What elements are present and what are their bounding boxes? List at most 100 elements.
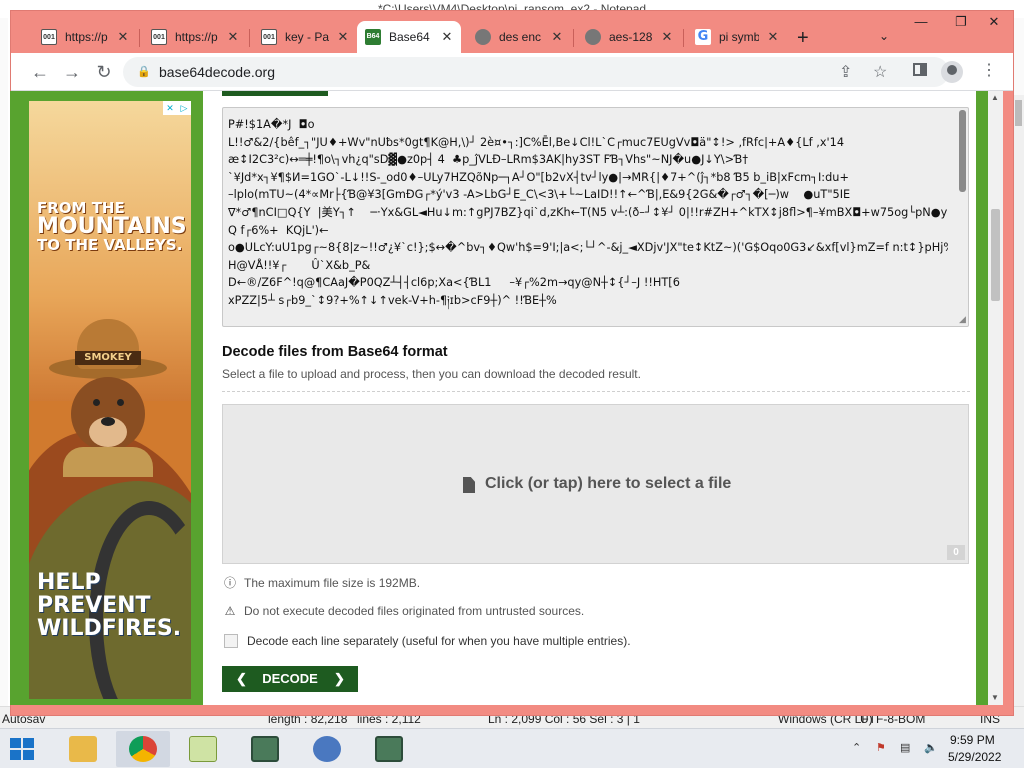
chrome-taskbar-icon[interactable] — [116, 731, 170, 767]
volume-icon[interactable]: 🔈 — [924, 741, 938, 754]
back-arrow-icon[interactable]: ← — [29, 61, 51, 83]
url-text: base64decode.org — [159, 64, 275, 80]
bear-eye — [117, 399, 124, 406]
ad-tagline-line: PREVENT — [37, 593, 151, 619]
output-scroll-thumb[interactable] — [959, 110, 966, 192]
document-icon: 001 — [151, 29, 167, 45]
tab-label: Base64 — [389, 30, 430, 44]
adchoices-icon[interactable]: ▷ — [177, 101, 191, 115]
tab-base64[interactable]: B64 Base64 ✕ — [357, 21, 461, 53]
decode-button[interactable]: ❮ DECODE ❯ — [222, 666, 358, 692]
ad-tagline: HELP PREVENT WILDFIRES. — [37, 571, 187, 640]
scroll-up-icon[interactable]: ▲ — [991, 93, 999, 102]
warning-note: ⚠ Do not execute decoded files originated… — [224, 604, 585, 618]
share-icon[interactable]: ⇪ — [839, 62, 852, 82]
address-bar[interactable]: 🔒 base64decode.org ⇪ ☆ — [123, 57, 949, 87]
output-scrollbar[interactable] — [957, 110, 967, 324]
dropzone-label: Click (or tap) here to select a file — [485, 475, 732, 492]
close-icon[interactable]: ✕ — [441, 29, 453, 45]
new-tab-button[interactable]: + — [797, 27, 809, 50]
file-explorer-icon[interactable] — [56, 731, 110, 767]
decode-files-title: Decode files from Base64 format — [222, 344, 448, 360]
close-icon[interactable]: ✕ — [551, 29, 563, 45]
tray-chevron-icon[interactable]: ⌃ — [852, 741, 861, 754]
tab-divider — [683, 29, 684, 47]
close-icon[interactable]: ✕ — [117, 29, 129, 45]
clock-time[interactable]: 9:59 PM — [950, 733, 995, 747]
tab-label: https://p — [175, 30, 218, 44]
file-dropzone[interactable]: Click (or tap) here to select a file 0 — [222, 404, 969, 564]
forward-arrow-icon[interactable]: → — [61, 61, 83, 83]
page-scrollbar[interactable]: ▲ ▼ — [988, 91, 1003, 705]
max-size-text: The maximum file size is 192MB. — [244, 576, 421, 590]
tab-divider — [249, 29, 250, 47]
globe-icon — [475, 29, 491, 45]
close-icon[interactable]: ✕ — [661, 29, 673, 45]
page-scroll-thumb[interactable] — [991, 209, 1000, 301]
reload-icon[interactable]: ↻ — [93, 61, 115, 83]
google-icon: G — [695, 29, 711, 45]
chevron-right-icon: ❯ — [334, 671, 345, 686]
page-viewport: FROM THE MOUNTAINS TO THE VALLEYS. SMOKE… — [10, 91, 1003, 705]
tab-label: aes-128 — [609, 30, 653, 44]
divider — [222, 391, 970, 392]
document-icon: 001 — [261, 29, 277, 45]
tab-https-1[interactable]: 001 https://p ✕ — [33, 21, 137, 53]
each-line-checkbox[interactable] — [224, 634, 238, 648]
site-right-border — [976, 91, 988, 705]
flag-icon[interactable]: ⚑ — [876, 741, 886, 754]
close-window-icon[interactable]: ✕ — [975, 11, 1013, 33]
tab-des-enc[interactable]: des enc ✕ — [467, 21, 571, 53]
decoded-output-textarea[interactable]: P#!$1A�*J ◘o L!!♂&2/{bêf_┐"JU♦+Wv"nUƀs*0… — [222, 107, 969, 327]
tab-label: des enc — [499, 30, 542, 44]
close-icon[interactable]: ✕ — [227, 29, 239, 45]
tab-pi-symb[interactable]: G pi symb ✕ — [687, 21, 787, 53]
lock-icon: 🔒 — [137, 66, 151, 78]
resize-grip-icon[interactable]: ◢ — [959, 314, 966, 325]
ad-headline-line: MOUNTAINS — [37, 214, 187, 239]
tab-search-chevron-icon[interactable]: ⌄ — [879, 29, 889, 43]
smokey-bear-ad[interactable]: FROM THE MOUNTAINS TO THE VALLEYS. SMOKE… — [29, 101, 191, 699]
file-icon — [463, 477, 475, 493]
scroll-down-icon[interactable]: ▼ — [991, 693, 999, 702]
windows-start-icon[interactable] — [10, 738, 36, 760]
kebab-menu-icon[interactable]: ⋮ — [981, 60, 997, 80]
ad-tagline-line: HELP — [37, 570, 101, 595]
tab-divider — [139, 29, 140, 47]
profile-avatar-icon[interactable] — [941, 61, 963, 83]
globe-icon — [585, 29, 601, 45]
app-window-icon[interactable] — [362, 731, 416, 767]
clock-date[interactable]: 5/29/2022 — [948, 750, 1001, 764]
tab-key[interactable]: 001 key - Pa ✕ — [253, 21, 357, 53]
notepad-scrollbar[interactable] — [1013, 95, 1024, 706]
encode-button-remnant[interactable] — [222, 91, 328, 96]
notepad-scroll-thumb[interactable] — [1015, 100, 1022, 126]
ad-close-icon[interactable]: ✕ — [163, 101, 177, 115]
minimize-icon[interactable]: — — [901, 11, 941, 33]
max-size-note: ⓘ The maximum file size is 192MB. — [224, 574, 420, 591]
notepadpp-icon[interactable] — [176, 731, 230, 767]
base64-logo: B64 — [365, 29, 381, 45]
info-icon: ⓘ — [224, 576, 237, 590]
close-icon[interactable]: ✕ — [337, 29, 349, 45]
hat-band: SMOKEY — [75, 351, 141, 365]
tab-label: key - Pa — [285, 30, 329, 44]
close-icon[interactable]: ✕ — [767, 29, 779, 45]
app-triangle-icon[interactable] — [300, 731, 354, 767]
each-line-option[interactable]: Decode each line separately (useful for … — [224, 634, 631, 648]
tab-aes-128[interactable]: aes-128 ✕ — [577, 21, 681, 53]
app-window-icon[interactable] — [238, 731, 292, 767]
taskbar: ⌃ ⚑ ▤ 🔈 9:59 PM 5/29/2022 — [0, 728, 1024, 768]
network-icon[interactable]: ▤ — [900, 741, 910, 754]
bear-eye — [93, 399, 100, 406]
tab-divider — [573, 29, 574, 47]
warning-text: Do not execute decoded files originated … — [244, 604, 585, 618]
bear-shirt — [63, 447, 153, 477]
file-count-badge: 0 — [947, 545, 965, 560]
bookmark-star-icon[interactable]: ☆ — [873, 62, 887, 82]
decode-files-subtitle: Select a file to upload and process, the… — [222, 367, 641, 381]
tab-https-2[interactable]: 001 https://p ✕ — [143, 21, 247, 53]
side-panel-icon[interactable] — [913, 63, 927, 76]
browser-toolbar: ← → ↻ 🔒 base64decode.org ⇪ ☆ ⋮ — [11, 53, 1013, 91]
bear-nose — [101, 417, 115, 426]
